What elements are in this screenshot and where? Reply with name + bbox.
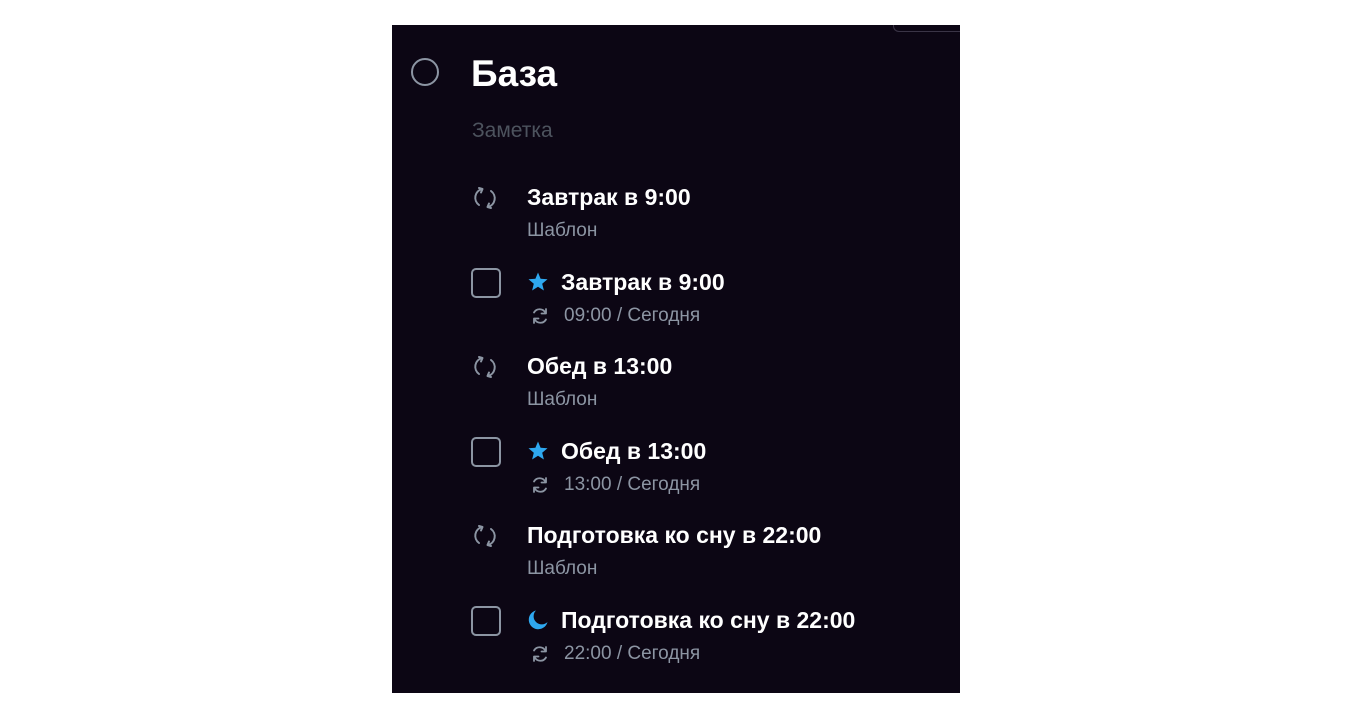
task-subtitle: Шаблон (527, 558, 598, 579)
star-icon (528, 441, 548, 460)
task-subtitle: 13:00 / Сегодня (564, 474, 701, 495)
repeat-icon (533, 646, 547, 662)
task-subtitle: Шаблон (527, 220, 598, 241)
task-title: Обед в 13:00 (527, 353, 673, 379)
task-subtitle: 09:00 / Сегодня (564, 305, 701, 326)
task-checkbox[interactable] (471, 437, 501, 467)
task-checkbox[interactable] (471, 268, 501, 298)
task-subtitle: Шаблон (527, 389, 598, 410)
panel-top-edge (893, 25, 960, 32)
project-complete-toggle[interactable] (411, 58, 439, 86)
task-row[interactable]: Завтрак в 9:00 Шаблон (470, 182, 950, 254)
star-icon (528, 272, 548, 291)
task-row[interactable]: Подготовка ко сну в 22:00 Шаблон (470, 520, 950, 592)
task-title: Подготовка ко сну в 22:00 (527, 522, 822, 548)
task-row[interactable]: Обед в 13:00 Шаблон (470, 351, 950, 423)
project-title[interactable]: База (471, 52, 557, 96)
project-panel: База Заметка Завтрак в 9:00 Шаблон Завтр… (392, 25, 960, 693)
task-title: Обед в 13:00 (561, 438, 707, 464)
task-row[interactable]: Подготовка ко сну в 22:00 22:00 / Сегодн… (470, 605, 950, 677)
project-note[interactable]: Заметка (472, 118, 553, 144)
task-subtitle: 22:00 / Сегодня (564, 643, 701, 664)
task-title: Завтрак в 9:00 (527, 184, 691, 210)
repeat-icon (533, 477, 547, 493)
task-title: Подготовка ко сну в 22:00 (561, 607, 856, 633)
recurring-icon (474, 525, 496, 547)
recurring-icon (474, 356, 496, 378)
recurring-icon (474, 187, 496, 209)
task-row[interactable]: Обед в 13:00 13:00 / Сегодня (470, 436, 950, 508)
task-checkbox[interactable] (471, 606, 501, 636)
moon-icon (528, 610, 548, 630)
task-row[interactable]: Завтрак в 9:00 09:00 / Сегодня (470, 267, 950, 339)
repeat-icon (533, 308, 547, 324)
task-title: Завтрак в 9:00 (561, 269, 725, 295)
